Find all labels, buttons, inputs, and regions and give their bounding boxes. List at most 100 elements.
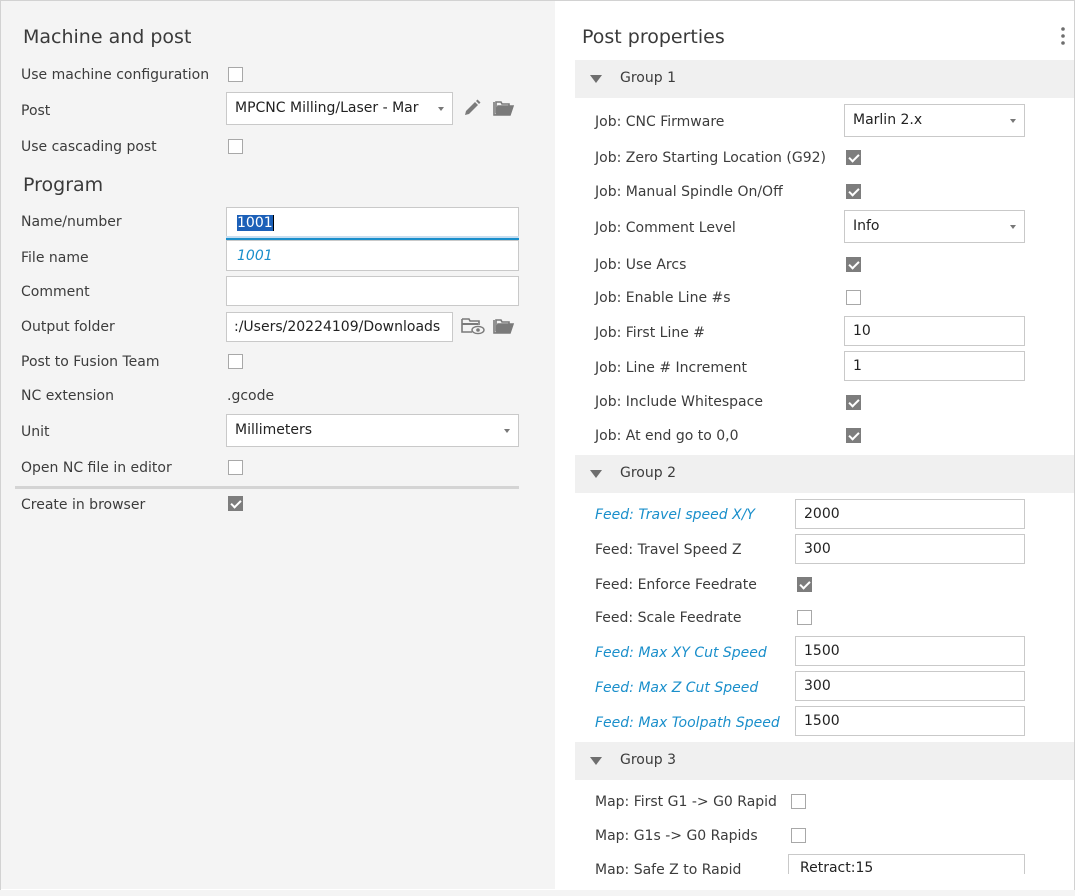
autocomplete-dropdown[interactable]: 1001 xyxy=(226,240,519,271)
prop-zero-start-checkbox[interactable] xyxy=(846,150,861,165)
group-3-label: Group 3 xyxy=(620,752,676,768)
use-machine-config-label: Use machine configuration xyxy=(21,67,210,83)
name-number-value: 1001 xyxy=(237,215,273,231)
file-name-label: File name xyxy=(21,250,89,266)
post-label: Post xyxy=(21,103,51,119)
prop-use-arcs-label: Job: Use Arcs xyxy=(595,257,687,273)
dropdown-caret-icon xyxy=(1010,224,1016,229)
prop-line-increment-input[interactable]: 1 xyxy=(844,351,1025,381)
prop-enforce-feedrate-checkbox[interactable] xyxy=(797,577,812,592)
prop-max-z-cut-label: Feed: Max Z Cut Speed xyxy=(595,680,759,696)
dropdown-caret-icon xyxy=(438,106,444,111)
group-2-header[interactable]: Group 2 xyxy=(575,455,1074,493)
unit-select-value: Millimeters xyxy=(235,422,313,438)
unit-select[interactable]: Millimeters xyxy=(226,414,519,447)
prop-scale-feedrate-label: Feed: Scale Feedrate xyxy=(595,610,742,626)
more-vertical-icon[interactable] xyxy=(1058,26,1068,48)
prop-comment-level-value: Info xyxy=(853,218,880,234)
prop-use-arcs-checkbox[interactable] xyxy=(846,257,861,272)
output-folder-input[interactable]: :/Users/20224109/Downloads xyxy=(226,312,453,342)
comment-input[interactable] xyxy=(226,276,519,306)
prop-comment-level-select[interactable]: Info xyxy=(844,210,1025,243)
prop-max-z-cut-value: 300 xyxy=(804,678,831,694)
prop-manual-spindle-label: Job: Manual Spindle On/Off xyxy=(595,184,783,200)
group-1-label: Group 1 xyxy=(620,70,676,86)
program-section-title: Program xyxy=(23,174,104,196)
prop-first-line-input[interactable]: 10 xyxy=(844,316,1025,346)
prop-line-increment-value: 1 xyxy=(853,358,862,374)
collapse-triangle-icon xyxy=(590,470,602,478)
prop-travel-speed-z-input[interactable]: 300 xyxy=(795,534,1025,564)
prop-zero-start-label: Job: Zero Starting Location (G92) xyxy=(595,150,826,166)
prop-end-go-zero-label: Job: At end go to 0,0 xyxy=(595,428,739,444)
create-in-browser-label: Create in browser xyxy=(21,497,146,513)
section-divider xyxy=(15,486,519,489)
prop-scale-feedrate-checkbox[interactable] xyxy=(797,610,812,625)
prop-travel-speed-xy-value: 2000 xyxy=(804,506,840,522)
nc-extension-label: NC extension xyxy=(21,388,114,404)
prop-travel-speed-z-label: Feed: Travel Speed Z xyxy=(595,542,742,558)
use-machine-config-checkbox[interactable] xyxy=(228,67,243,82)
prop-first-line-label: Job: First Line # xyxy=(595,325,706,341)
prop-max-z-cut-input[interactable]: 300 xyxy=(795,671,1025,701)
prop-max-toolpath-input[interactable]: 1500 xyxy=(795,706,1025,736)
folder-open-icon[interactable] xyxy=(493,317,515,335)
prop-cnc-firmware-select[interactable]: Marlin 2.x xyxy=(844,104,1025,137)
post-fusion-team-checkbox[interactable] xyxy=(228,354,243,369)
open-nc-checkbox[interactable] xyxy=(228,460,243,475)
group-1-header[interactable]: Group 1 xyxy=(575,60,1074,98)
open-nc-label: Open NC file in editor xyxy=(21,460,172,476)
name-number-input[interactable]: 1001 xyxy=(226,207,519,239)
unit-label: Unit xyxy=(21,424,50,440)
post-properties-title: Post properties xyxy=(582,26,725,48)
prop-safe-z-input[interactable]: Retract:15 xyxy=(788,854,1025,874)
prop-comment-level-label: Job: Comment Level xyxy=(595,220,736,236)
name-number-label: Name/number xyxy=(21,214,122,230)
folder-open-icon[interactable] xyxy=(493,99,515,117)
post-select-value: MPCNC Milling/Laser - Mar xyxy=(235,100,419,116)
output-folder-label: Output folder xyxy=(21,319,115,335)
dropdown-caret-icon xyxy=(1010,118,1016,123)
prop-travel-speed-xy-label: Feed: Travel speed X/Y xyxy=(595,507,755,523)
machine-section-title: Machine and post xyxy=(23,26,192,48)
prop-travel-speed-xy-input[interactable]: 2000 xyxy=(795,499,1025,529)
post-fusion-team-label: Post to Fusion Team xyxy=(21,354,160,370)
prop-first-g1-checkbox[interactable] xyxy=(791,794,806,809)
edit-pencil-icon[interactable] xyxy=(462,98,482,118)
dialog-bottom-edge xyxy=(0,890,1075,896)
prop-max-xy-cut-value: 1500 xyxy=(804,643,840,659)
scroll-clip: Map: Safe Z to Rapid Retract:15 xyxy=(575,850,1074,874)
post-select[interactable]: MPCNC Milling/Laser - Mar xyxy=(226,92,453,125)
prop-line-increment-label: Job: Line # Increment xyxy=(595,360,747,376)
prop-max-xy-cut-input[interactable]: 1500 xyxy=(795,636,1025,666)
comment-label: Comment xyxy=(21,284,90,300)
create-in-browser-checkbox[interactable] xyxy=(228,496,243,511)
prop-max-xy-cut-label: Feed: Max XY Cut Speed xyxy=(595,645,767,661)
prop-first-g1-label: Map: First G1 -> G0 Rapid xyxy=(595,794,777,810)
prop-safe-z-label: Map: Safe Z to Rapid xyxy=(595,862,742,874)
use-cascading-checkbox[interactable] xyxy=(228,139,243,154)
collapse-triangle-icon xyxy=(590,75,602,83)
prop-end-go-zero-checkbox[interactable] xyxy=(846,428,861,443)
prop-first-line-value: 10 xyxy=(853,323,871,339)
autocomplete-option[interactable]: 1001 xyxy=(237,248,273,264)
prop-max-toolpath-label: Feed: Max Toolpath Speed xyxy=(595,715,780,731)
prop-enforce-feedrate-label: Feed: Enforce Feedrate xyxy=(595,577,757,593)
dropdown-caret-icon xyxy=(504,428,510,433)
prop-manual-spindle-checkbox[interactable] xyxy=(846,184,861,199)
nc-extension-value: .gcode xyxy=(227,388,275,404)
prop-g1s-g0-checkbox[interactable] xyxy=(791,828,806,843)
prop-include-whitespace-label: Job: Include Whitespace xyxy=(595,394,763,410)
prop-include-whitespace-checkbox[interactable] xyxy=(846,395,861,410)
prop-enable-line-label: Job: Enable Line #s xyxy=(595,290,731,306)
prop-safe-z-value: Retract:15 xyxy=(800,860,874,874)
text-cursor xyxy=(272,215,274,231)
prop-g1s-g0-label: Map: G1s -> G0 Rapids xyxy=(595,828,758,844)
folder-preview-icon[interactable] xyxy=(461,317,485,335)
group-3-header[interactable]: Group 3 xyxy=(575,742,1074,780)
output-folder-value: :/Users/20224109/Downloads xyxy=(234,319,441,335)
prop-enable-line-checkbox[interactable] xyxy=(846,290,861,305)
prop-cnc-firmware-label: Job: CNC Firmware xyxy=(595,114,725,130)
collapse-triangle-icon xyxy=(590,757,602,765)
group-2-label: Group 2 xyxy=(620,465,676,481)
